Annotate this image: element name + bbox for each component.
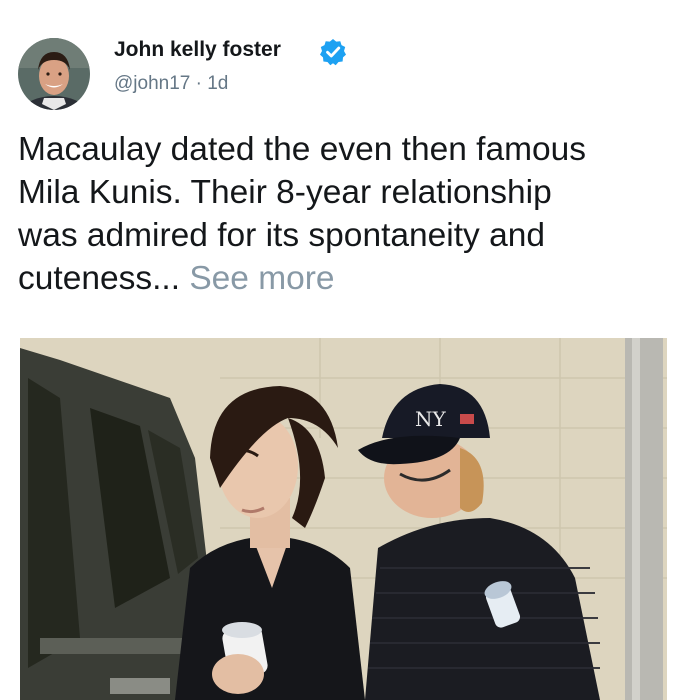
author-name[interactable]: John kelly foster bbox=[114, 38, 281, 62]
tweet-text-line: was admired for its spontaneity and bbox=[18, 217, 545, 254]
cap-logo: NY bbox=[415, 407, 447, 431]
tweet-card: John kelly foster @john17 · 1d Macaulay … bbox=[0, 0, 700, 700]
meta-separator: · bbox=[195, 73, 202, 94]
verified-badge-icon bbox=[320, 39, 346, 66]
tweet-text-line: Mila Kunis. Their 8-year relationship bbox=[18, 174, 552, 211]
author-avatar[interactable] bbox=[18, 38, 90, 110]
tweet-meta: @john17 · 1d bbox=[114, 73, 228, 95]
tweet-text-line-last: cuteness... See more bbox=[18, 257, 688, 300]
tweet-media-photo[interactable]: NY bbox=[20, 338, 667, 700]
photo-illustration: NY bbox=[20, 338, 667, 700]
see-more-link[interactable]: See more bbox=[189, 260, 334, 297]
avatar-photo bbox=[18, 38, 90, 110]
tweet-text-fragment: cuteness... bbox=[18, 260, 181, 297]
tweet-timestamp[interactable]: 1d bbox=[207, 73, 228, 94]
tweet-text: Macaulay dated the even then famous Mila… bbox=[18, 128, 688, 300]
tweet-text-line: Macaulay dated the even then famous bbox=[18, 131, 587, 168]
author-handle[interactable]: @john17 bbox=[114, 73, 190, 94]
